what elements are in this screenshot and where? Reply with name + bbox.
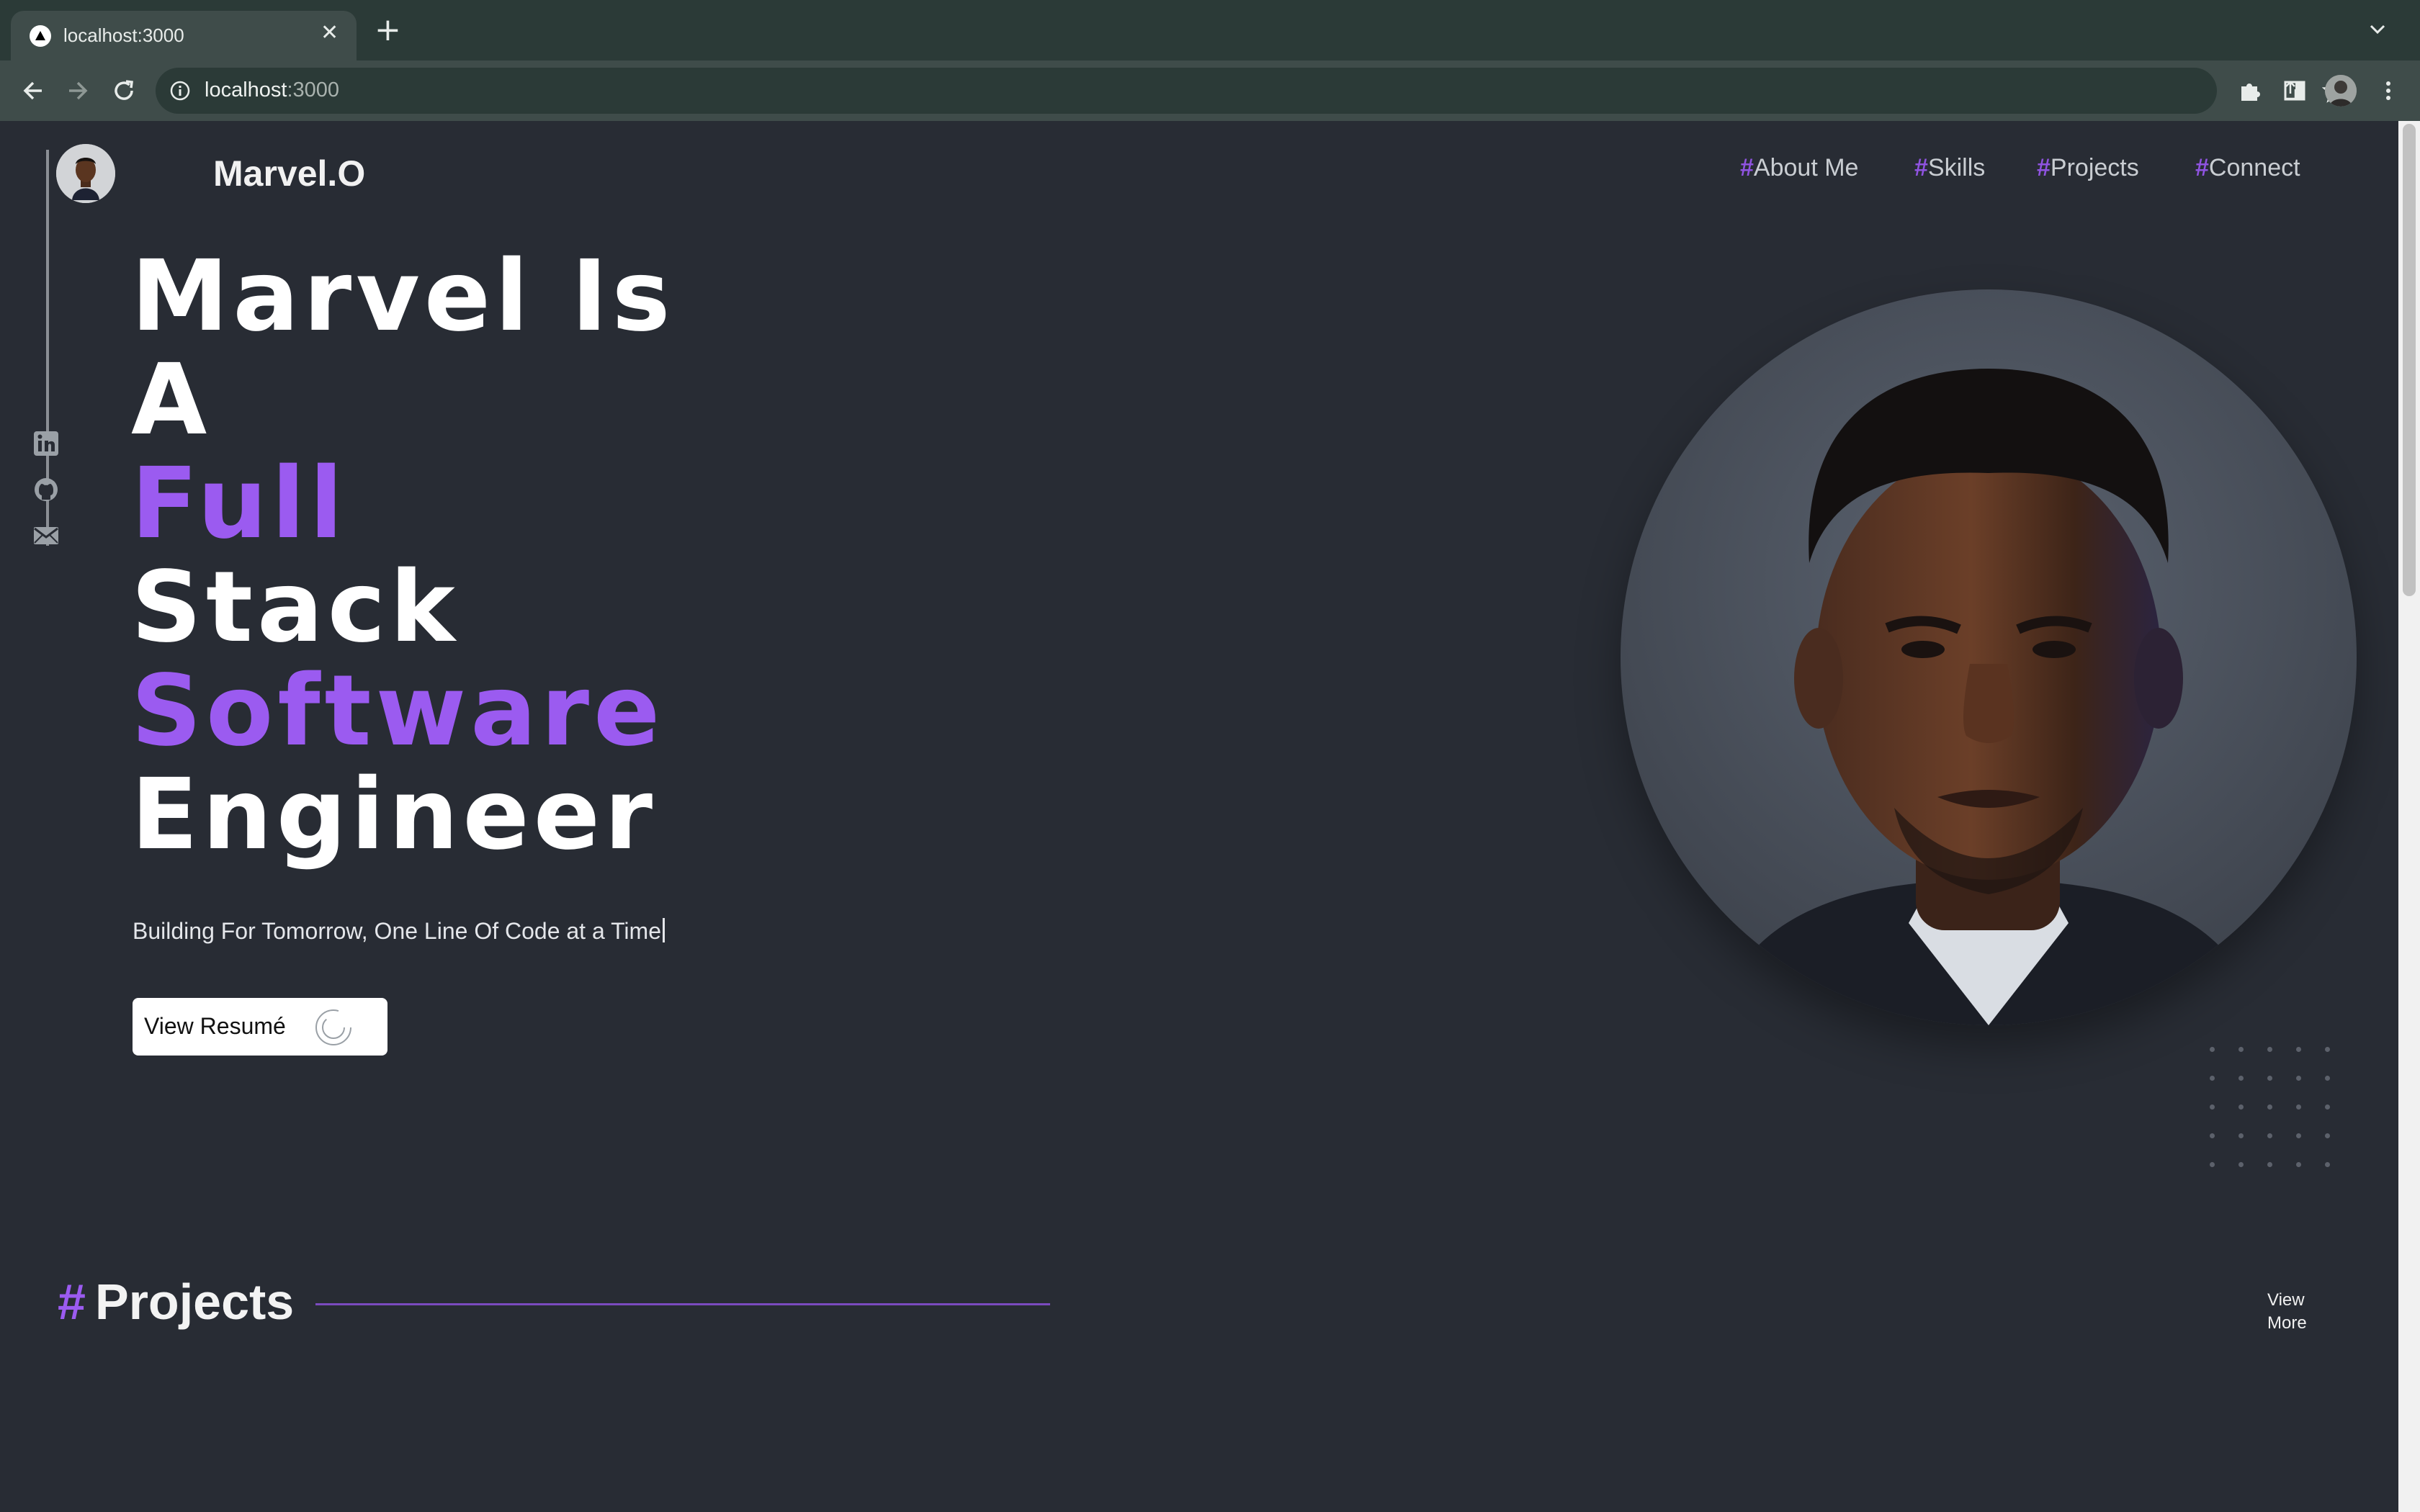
grid-dot [2210,1076,2215,1081]
browser-tab-bar: localhost:3000 ✕ + [0,0,2420,60]
tab-title: localhost:3000 [63,24,184,46]
extensions-puzzle-icon[interactable] [2236,76,2264,105]
headline-line-3: Full [131,447,348,561]
grid-dot [2296,1076,2301,1081]
hero-headline: Marvel Is A Full Stack Software Engineer [131,245,675,867]
new-tab-button[interactable]: + [375,14,401,46]
headline-line-4: Stack [131,551,460,665]
view-more-line-1: View [2267,1290,2305,1310]
nav-connect[interactable]: #Connect [2195,154,2300,182]
grid-dot [2325,1162,2330,1167]
grid-dot [2238,1076,2244,1081]
address-bar[interactable]: localhost:3000 [156,68,2348,114]
github-icon[interactable] [32,475,60,504]
logo-avatar[interactable] [56,144,115,203]
grid-dot [2210,1104,2215,1110]
nav-skills[interactable]: #Skills [1914,154,1985,182]
grid-dot [2325,1076,2330,1081]
linkedin-icon[interactable] [32,429,60,458]
grid-dot [2296,1047,2301,1052]
projects-divider [315,1303,1050,1305]
side-panel-icon[interactable] [2280,76,2309,105]
close-tab-icon[interactable]: ✕ [321,20,339,45]
nav-label: About Me [1753,154,1859,181]
grid-dot [2210,1133,2215,1138]
scrollbar-thumb[interactable] [2403,124,2416,596]
headline-line-5: Software [131,654,665,768]
nav-label: Projects [2050,154,2139,181]
headline-line-6: Engineer [131,758,658,872]
nextjs-favicon-icon [30,25,51,47]
grid-dot [2210,1047,2215,1052]
nav-hash: # [1740,154,1754,181]
site-info-icon[interactable] [169,79,192,102]
headline-line-2: A [131,343,212,457]
nav-label: Skills [1927,154,1986,181]
grid-dot [2267,1076,2272,1081]
tab-list-chevron-icon[interactable] [2365,17,2390,42]
nav-about-me[interactable]: #About Me [1740,154,1858,182]
url-text[interactable]: localhost:3000 [205,78,339,102]
grid-dot [2267,1047,2272,1052]
brand-name[interactable]: Marvel.O [213,153,365,194]
grid-dot [2238,1133,2244,1138]
grid-dot [2296,1133,2301,1138]
page-viewport: Marvel.O #About Me #Skills #Projects #Co… [0,121,2420,1512]
grid-dot [2210,1162,2215,1167]
browser-tab[interactable]: localhost:3000 ✕ [11,11,357,60]
grid-dot [2325,1047,2330,1052]
grid-dot [2267,1133,2272,1138]
view-resume-button[interactable]: View Resumé [133,998,387,1056]
grid-dot [2238,1162,2244,1167]
grid-dot [2325,1133,2330,1138]
profile-avatar[interactable] [2325,75,2357,107]
resume-button-label: View Resumé [144,1013,286,1039]
projects-hash: # [58,1274,86,1330]
nav-label: Connect [2208,154,2300,181]
headline-line-1: Marvel Is [131,240,675,354]
grid-dot [2296,1104,2301,1110]
url-port: :3000 [287,78,340,102]
tagline-text: Building For Tomorrow, One Line Of Code … [133,918,661,944]
back-arrow-icon[interactable] [16,73,50,108]
browser-menu-icon[interactable] [2374,76,2403,105]
grid-dot [2296,1162,2301,1167]
view-more-link[interactable]: View More [2267,1289,2325,1335]
nav-projects[interactable]: #Projects [2037,154,2139,182]
browser-toolbar: localhost:3000 [0,60,2420,121]
grid-dot [2325,1104,2330,1110]
grid-dot [2238,1104,2244,1110]
projects-heading: Projects [95,1274,295,1330]
profile-portrait [1621,289,2357,1025]
spinner-icon [315,1009,351,1045]
typing-caret [662,918,665,942]
nav-hash: # [1914,154,1928,181]
mail-icon[interactable] [32,521,60,550]
grid-dot [2267,1104,2272,1110]
decorative-dot-grid [2210,1047,2332,1169]
view-more-line-2: More [2267,1313,2307,1333]
page-scrollbar[interactable] [2398,121,2420,1512]
url-host: localhost [205,78,287,102]
reload-icon[interactable] [107,73,141,108]
hero-tagline: Building For Tomorrow, One Line Of Code … [133,918,665,945]
grid-dot [2238,1047,2244,1052]
forward-arrow-icon[interactable] [60,73,95,108]
nav-hash: # [2037,154,2051,181]
nav-hash: # [2195,154,2209,181]
grid-dot [2267,1162,2272,1167]
